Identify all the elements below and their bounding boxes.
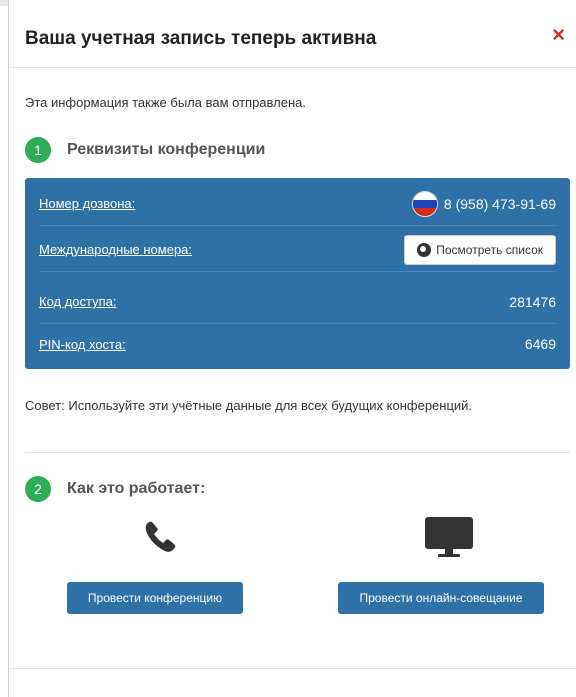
account-active-dialog: Ваша учетная запись теперь активна × Эта… xyxy=(8,0,576,697)
section-divider xyxy=(25,452,570,453)
close-icon[interactable]: × xyxy=(552,24,565,46)
dialog-title: Ваша учетная запись теперь активна xyxy=(25,28,377,49)
step-1-label: Реквизиты конференции xyxy=(67,141,266,158)
dial-in-label[interactable]: Номер дозвона: xyxy=(39,196,135,211)
dial-in-number: 8 (958) 473-91-69 xyxy=(443,195,556,212)
step-1-badge: 1 xyxy=(25,137,51,163)
access-code-row: Код доступа: 281476 xyxy=(39,280,556,324)
step-1-heading: 1 Реквизиты конференции xyxy=(25,137,265,163)
dial-in-row: Номер дозвона: 8 (958) 473-91-69 xyxy=(39,182,556,226)
conference-details-panel: Номер дозвона: 8 (958) 473-91-69 Междуна… xyxy=(25,178,570,369)
view-list-label: Посмотреть список xyxy=(436,242,543,257)
access-code-value: 281476 xyxy=(509,293,556,310)
host-pin-row: PIN-код хоста: 6469 xyxy=(39,322,556,366)
info-text: Эта информация также была вам отправлена… xyxy=(25,95,306,110)
access-code-label[interactable]: Код доступа: xyxy=(39,294,117,309)
tip-text: Совет: Используйте эти учётные данные дл… xyxy=(25,398,473,413)
host-pin-label[interactable]: PIN-код хоста: xyxy=(39,337,126,352)
footer-divider xyxy=(9,668,576,669)
step-2-label: Как это работает: xyxy=(67,480,206,497)
dial-in-value: 8 (958) 473-91-69 xyxy=(411,190,556,217)
phone-icon xyxy=(143,519,179,560)
international-label[interactable]: Международные номера: xyxy=(39,242,192,257)
globe-icon xyxy=(417,242,432,257)
start-conference-button[interactable]: Провести конференцию xyxy=(67,582,243,614)
russia-flag-icon xyxy=(411,190,438,217)
view-list-button[interactable]: Посмотреть список xyxy=(404,234,556,265)
step-2-heading: 2 Как это работает: xyxy=(25,476,205,502)
step-2-badge: 2 xyxy=(25,476,51,502)
international-row: Международные номера: Посмотреть список xyxy=(39,228,556,272)
dialog-header: Ваша учетная запись теперь активна × xyxy=(9,6,576,68)
monitor-icon xyxy=(424,516,474,563)
host-pin-value: 6469 xyxy=(524,336,556,352)
start-online-meeting-button[interactable]: Провести онлайн-совещание xyxy=(338,582,544,614)
